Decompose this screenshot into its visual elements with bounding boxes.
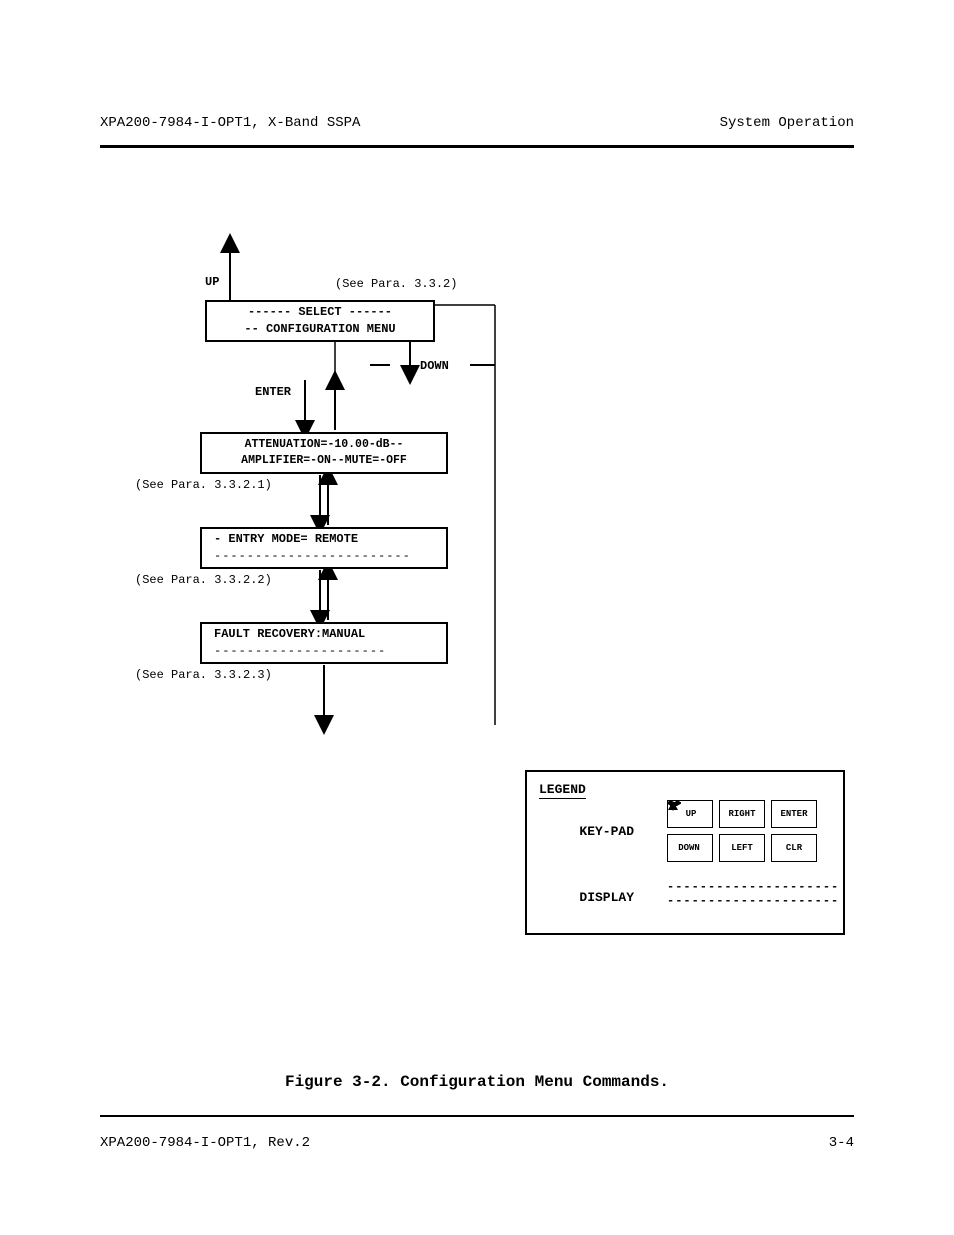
footer-left: XPA200-7984-I-OPT1, Rev.2	[100, 1135, 310, 1151]
flow-diagram: UP (See Para. 3.3.2) ------ SELECT -----…	[100, 225, 860, 995]
label-down: DOWN	[420, 359, 449, 373]
box-entry-mode: - ENTRY MODE= REMOTE -------------------…	[200, 527, 448, 569]
header-right: System Operation	[720, 115, 854, 131]
legend-display-label: DISPLAY	[539, 890, 634, 905]
label-see3322: (See Para. 3.3.2.2)	[135, 573, 272, 587]
keypad-grid: UP RIGHT ENTER DOWN LEFT CLR	[667, 800, 817, 862]
label-up: UP	[205, 275, 219, 289]
label-enter: ENTER	[255, 385, 291, 399]
footer-right: 3-4	[829, 1135, 854, 1151]
header-rule	[100, 145, 854, 148]
key-down: DOWN	[667, 834, 713, 862]
header-left: XPA200-7984-I-OPT1, X-Band SSPA	[100, 115, 360, 131]
legend-display-lines: --------------------- ------------------…	[667, 880, 839, 908]
key-left: LEFT	[719, 834, 765, 862]
key-clr: CLR	[771, 834, 817, 862]
legend-keypad-label: KEY-PAD	[539, 824, 634, 839]
box-fault-recovery: FAULT RECOVERY:MANUAL ------------------…	[200, 622, 448, 664]
box-attenuation: ATTENUATION=-10.00-dB-- AMPLIFIER=-ON--M…	[200, 432, 448, 474]
page-footer: XPA200-7984-I-OPT1, Rev.2 3-4	[100, 1135, 854, 1151]
legend-box: LEGEND KEY-PAD UP RIGHT ENTER DOWN	[525, 770, 845, 935]
label-see3321: (See Para. 3.3.2.1)	[135, 478, 272, 492]
footer-rule	[100, 1115, 854, 1117]
legend-title: LEGEND	[539, 782, 586, 797]
page-header: XPA200-7984-I-OPT1, X-Band SSPA System O…	[100, 115, 854, 131]
figure-caption: Figure 3-2. Configuration Menu Commands.	[0, 1073, 954, 1091]
label-see3323: (See Para. 3.3.2.3)	[135, 668, 272, 682]
box-select: ------ SELECT ------ -- CONFIGURATION ME…	[205, 300, 435, 342]
key-enter: ENTER	[771, 800, 817, 828]
key-right: RIGHT	[719, 800, 765, 828]
label-see332: (See Para. 3.3.2)	[335, 277, 457, 291]
